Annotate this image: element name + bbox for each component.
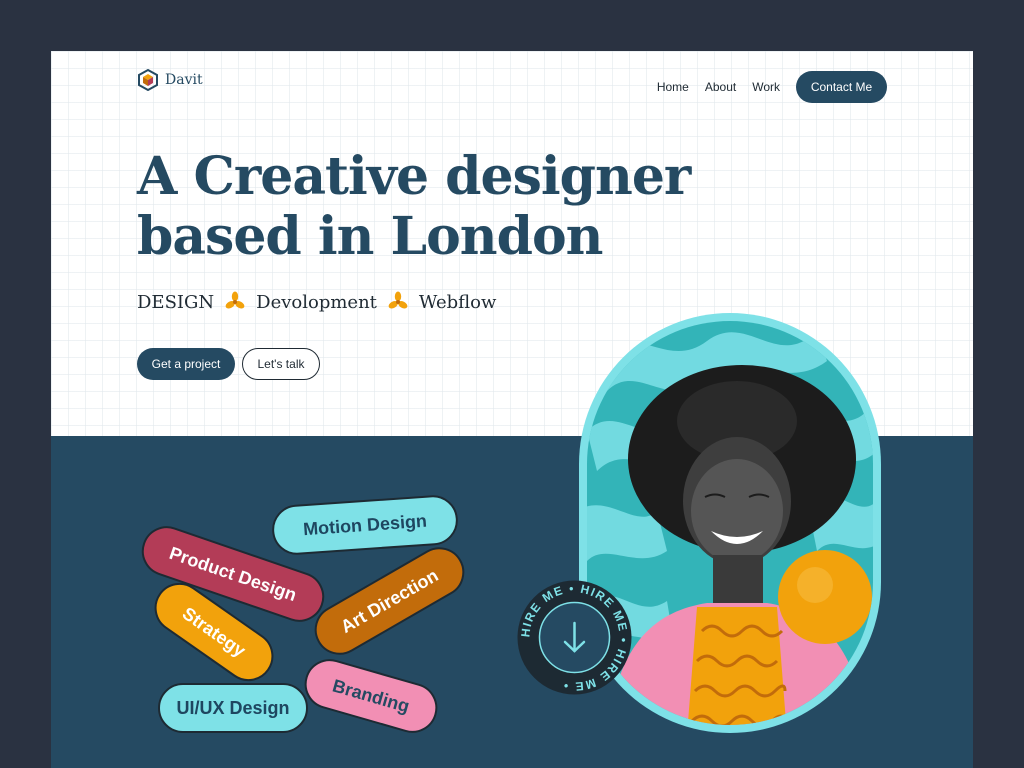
top-nav: Home About Work Contact Me <box>657 71 887 103</box>
hero-cta-group: Get a project Let's talk <box>137 348 320 380</box>
hire-me-ring: HIRE ME • HIRE ME • HIRE ME • <box>517 580 632 695</box>
get-a-project-button[interactable]: Get a project <box>137 348 235 380</box>
hire-me-badge[interactable]: HIRE ME • HIRE ME • HIRE ME • <box>516 579 633 696</box>
flower-star-icon <box>388 291 408 309</box>
nav-about-link[interactable]: About <box>705 80 736 94</box>
tag-development: Devolopment <box>256 291 377 313</box>
flower-star-icon <box>225 291 245 309</box>
service-tags: DESIGN Devolopment Webflow <box>137 291 496 313</box>
headline-line-2: based in London <box>137 206 603 267</box>
cube-logo-icon <box>138 69 158 91</box>
headline-line-1: A Creative designer <box>137 146 691 207</box>
skill-pill-ui-ux-design: UI/UX Design <box>158 683 308 733</box>
brand-name: Davit <box>165 72 203 88</box>
brand-logo[interactable]: Davit <box>137 69 203 91</box>
tag-design: DESIGN <box>137 291 215 313</box>
nav-home-link[interactable]: Home <box>657 80 689 94</box>
nav-work-link[interactable]: Work <box>752 80 780 94</box>
hero-headline: A Creative designer based in London <box>137 147 777 267</box>
tag-webflow: Webflow <box>418 291 497 313</box>
lets-talk-button[interactable]: Let's talk <box>242 348 320 380</box>
page-frame: Davit Home About Work Contact Me A Creat… <box>51 51 973 768</box>
contact-me-button[interactable]: Contact Me <box>796 71 887 103</box>
